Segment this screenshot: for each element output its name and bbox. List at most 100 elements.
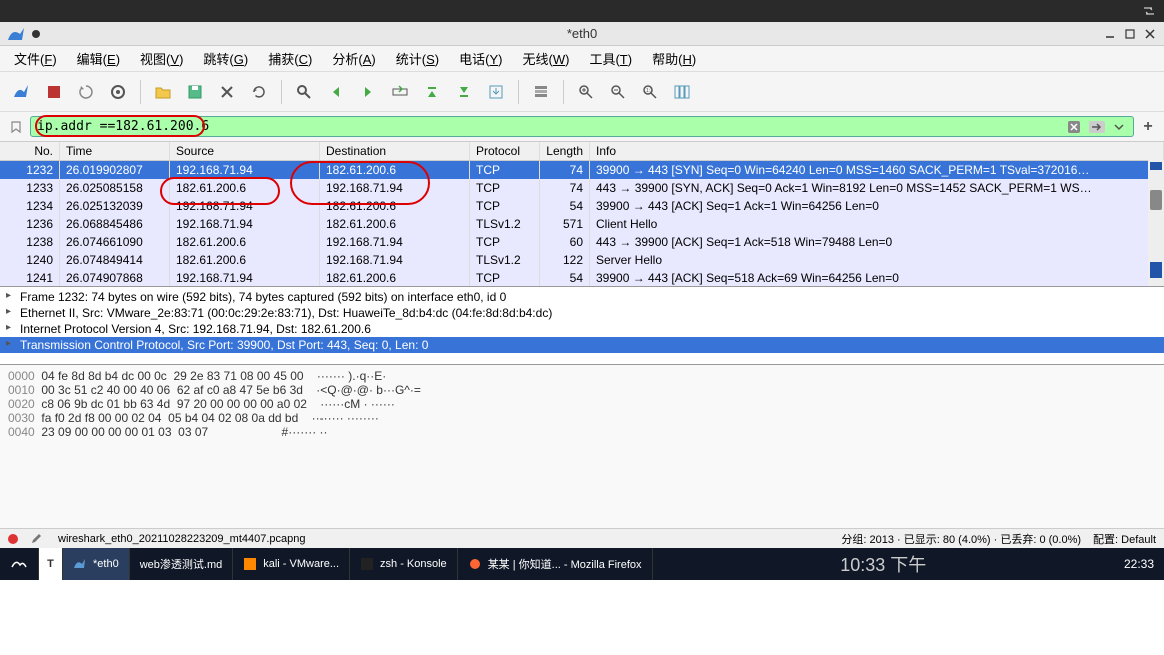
menu-bar: 文件(F) 编辑(E) 视图(V) 跳转(G) 捕获(C) 分析(A) 统计(S… (0, 46, 1164, 72)
packet-cell-time: 26.074907868 (60, 269, 170, 286)
menu-help[interactable]: 帮助(H) (644, 46, 704, 71)
column-source[interactable]: Source (170, 142, 320, 160)
minimize-button[interactable] (1102, 26, 1118, 42)
display-filter-input[interactable] (37, 119, 1063, 134)
go-forward-button[interactable] (354, 78, 382, 106)
add-filter-button[interactable]: + (1138, 117, 1158, 137)
column-time[interactable]: Time (60, 142, 170, 160)
hex-line[interactable]: 0000 04 fe 8d 8d b4 dc 00 0c 29 2e 83 71… (8, 369, 1156, 383)
taskbar-item[interactable]: kali - VMware... (233, 548, 350, 580)
stop-capture-button[interactable] (40, 78, 68, 106)
menu-view[interactable]: 视图(V) (132, 46, 191, 71)
reload-button[interactable] (245, 78, 273, 106)
bookmark-filter-icon[interactable] (6, 120, 26, 134)
zoom-out-button[interactable] (604, 78, 632, 106)
column-no[interactable]: No. (0, 142, 60, 160)
column-length[interactable]: Length (540, 142, 590, 160)
packet-cell-dst: 182.61.200.6 (320, 161, 470, 179)
packet-cell-dst: 192.168.71.94 (320, 179, 470, 197)
edit-icon[interactable] (30, 533, 42, 545)
go-first-button[interactable] (418, 78, 446, 106)
packet-row[interactable]: 124126.074907868192.168.71.94182.61.200.… (0, 269, 1164, 286)
taskbar-item[interactable]: web渗透测试.md (130, 548, 234, 580)
menu-tools[interactable]: 工具(T) (581, 46, 640, 71)
hex-line[interactable]: 0040 23 09 00 00 00 00 01 03 03 07 #····… (8, 425, 1156, 439)
packet-cell-proto: TLSv1.2 (470, 215, 540, 233)
packet-row[interactable]: 123326.025085158182.61.200.6192.168.71.9… (0, 179, 1164, 197)
packet-row[interactable]: 123826.074661090182.61.200.6192.168.71.9… (0, 233, 1164, 251)
menu-statistics[interactable]: 统计(S) (388, 46, 447, 71)
packet-cell-src: 192.168.71.94 (170, 269, 320, 286)
go-to-packet-button[interactable] (386, 78, 414, 106)
packet-cell-info: Server Hello (590, 251, 1164, 269)
apply-filter-button[interactable] (1085, 120, 1111, 134)
open-file-button[interactable] (149, 78, 177, 106)
detail-tree-item[interactable]: Frame 1232: 74 bytes on wire (592 bits),… (0, 289, 1164, 305)
packet-cell-len: 54 (540, 269, 590, 286)
zoom-reset-button[interactable]: 1:1 (636, 78, 664, 106)
detail-tree-item[interactable]: Ethernet II, Src: VMware_2e:83:71 (00:0c… (0, 305, 1164, 321)
menu-capture[interactable]: 捕获(C) (260, 46, 320, 71)
close-file-button[interactable] (213, 78, 241, 106)
column-destination[interactable]: Destination (320, 142, 470, 160)
packet-row[interactable]: 124026.074849414182.61.200.6192.168.71.9… (0, 251, 1164, 269)
go-last-button[interactable] (450, 78, 478, 106)
hex-line[interactable]: 0030 fa f0 2d f8 00 00 02 04 05 b4 04 02… (8, 411, 1156, 425)
taskbar-item[interactable]: 某某 | 你知道... - Mozilla Firefox (458, 548, 653, 580)
packet-cell-time: 26.068845486 (60, 215, 170, 233)
taskbar-item[interactable]: zsh - Konsole (350, 548, 458, 580)
resize-columns-button[interactable] (668, 78, 696, 106)
packet-cell-len: 571 (540, 215, 590, 233)
packet-list-header: No. Time Source Destination Protocol Len… (0, 142, 1164, 161)
start-capture-button[interactable] (8, 78, 36, 106)
menu-telephony[interactable]: 电话(Y) (451, 46, 510, 71)
settings-indicator-icon[interactable] (1142, 4, 1156, 18)
status-profile-label[interactable]: 配置: Default (1093, 531, 1156, 547)
menu-go[interactable]: 跳转(G) (195, 46, 256, 71)
toolbar-separator (563, 80, 564, 104)
clear-filter-button[interactable] (1063, 120, 1085, 134)
packet-row[interactable]: 123626.068845486192.168.71.94182.61.200.… (0, 215, 1164, 233)
packet-cell-time: 26.074661090 (60, 233, 170, 251)
packet-row[interactable]: 123426.025132039192.168.71.94182.61.200.… (0, 197, 1164, 215)
column-info[interactable]: Info (590, 142, 1164, 160)
go-back-button[interactable] (322, 78, 350, 106)
hex-line[interactable]: 0010 00 3c 51 c2 40 00 40 06 62 af c0 a8… (8, 383, 1156, 397)
taskbar-menu[interactable] (0, 548, 39, 580)
packet-cell-proto: TCP (470, 161, 540, 179)
menu-wireless[interactable]: 无线(W) (514, 46, 577, 71)
detail-tree-item[interactable]: Transmission Control Protocol, Src Port:… (0, 337, 1164, 353)
taskbar-text-icon[interactable]: T (39, 548, 63, 580)
packet-list-pane[interactable]: No. Time Source Destination Protocol Len… (0, 142, 1164, 286)
zoom-in-button[interactable] (572, 78, 600, 106)
taskbar-item[interactable]: *eth0 (63, 548, 130, 580)
packet-bytes-pane[interactable]: 0000 04 fe 8d 8d b4 dc 00 0c 29 2e 83 71… (0, 364, 1164, 528)
capture-options-button[interactable] (104, 78, 132, 106)
filter-history-button[interactable] (1111, 122, 1127, 132)
menu-file[interactable]: 文件(F) (6, 46, 65, 71)
auto-scroll-button[interactable] (482, 78, 510, 106)
colorize-button[interactable] (527, 78, 555, 106)
column-protocol[interactable]: Protocol (470, 142, 540, 160)
menu-analyze[interactable]: 分析(A) (324, 46, 383, 71)
display-filter-field[interactable] (30, 116, 1134, 137)
os-top-bar (0, 0, 1164, 22)
packet-cell-no: 1234 (0, 197, 60, 215)
scrollbar-thumb[interactable] (1150, 190, 1162, 210)
save-file-button[interactable] (181, 78, 209, 106)
toolbar-separator (140, 80, 141, 104)
hex-line[interactable]: 0020 c8 06 9b dc 01 bb 63 4d 97 20 00 00… (8, 397, 1156, 411)
packet-cell-src: 192.168.71.94 (170, 215, 320, 233)
packet-row[interactable]: 123226.019902807192.168.71.94182.61.200.… (0, 161, 1164, 179)
packet-cell-time: 26.074849414 (60, 251, 170, 269)
packet-details-pane[interactable]: Frame 1232: 74 bytes on wire (592 bits),… (0, 286, 1164, 364)
menu-edit[interactable]: 编辑(E) (69, 46, 128, 71)
packet-list-scrollbar[interactable] (1148, 160, 1164, 286)
detail-tree-item[interactable]: Internet Protocol Version 4, Src: 192.16… (0, 321, 1164, 337)
expert-info-icon[interactable] (8, 534, 18, 544)
restart-capture-button[interactable] (72, 78, 100, 106)
packet-cell-src: 182.61.200.6 (170, 179, 320, 197)
find-packet-button[interactable] (290, 78, 318, 106)
close-button[interactable] (1142, 26, 1158, 42)
maximize-button[interactable] (1122, 26, 1138, 42)
